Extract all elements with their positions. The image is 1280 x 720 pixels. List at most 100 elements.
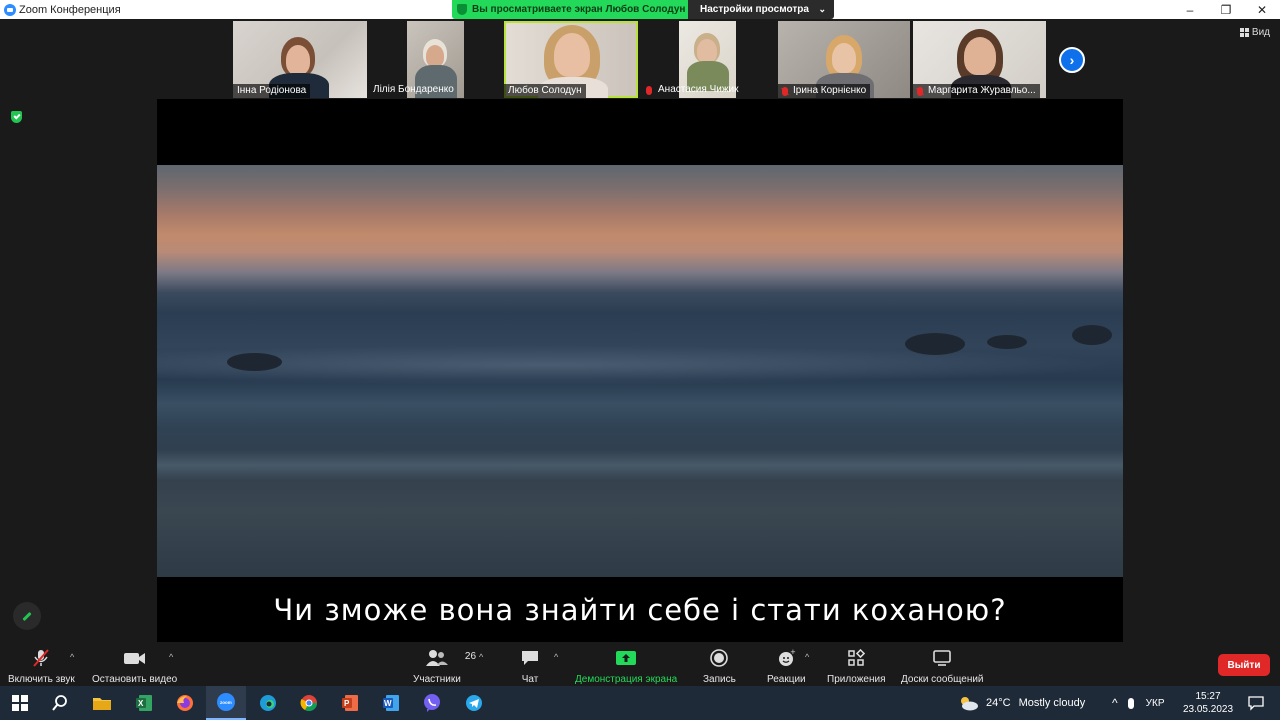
participant-tile[interactable]: Ірина Корнієнко — [778, 21, 910, 98]
muted-mic-icon — [646, 85, 652, 95]
share-screen-button[interactable]: Демонстрация экрана — [575, 648, 677, 685]
language-indicator[interactable]: УКР — [1146, 698, 1165, 709]
edge-icon[interactable] — [256, 691, 280, 715]
record-button[interactable]: Запись — [703, 648, 736, 685]
system-tray: ^ УКР — [1112, 686, 1165, 720]
next-participants-button[interactable]: › — [1059, 47, 1085, 73]
chat-options-caret-icon[interactable]: ^ — [554, 652, 558, 662]
leave-button[interactable]: Выйти — [1218, 654, 1270, 676]
participant-name: Ірина Корнієнко — [778, 84, 871, 98]
svg-text:zoom: zoom — [220, 700, 232, 705]
video-subtitle: Чи зможе вона знайти себе і стати кохано… — [273, 592, 1007, 627]
windows-taskbar: X zoom P W 24°C Mostly cloudy ^ УКР 15:2… — [0, 686, 1280, 720]
participant-tile[interactable]: Маргарита Журавльо... — [913, 21, 1046, 98]
participants-button[interactable]: 26 Участники — [413, 648, 476, 685]
chevron-up-icon[interactable]: ^ — [1112, 696, 1118, 710]
apps-label: Приложения — [827, 674, 886, 685]
svg-text:X: X — [138, 699, 144, 708]
participant-face — [964, 37, 996, 75]
search-icon[interactable] — [48, 691, 72, 715]
participant-name: Маргарита Журавльо... — [913, 84, 1040, 98]
share-screen-icon — [615, 648, 637, 668]
whiteboards-button[interactable]: Доски сообщений — [901, 648, 984, 685]
zoom-logo-icon — [4, 3, 16, 16]
meeting-toolbar: Включить звук ^ Остановить видео ^ 26 Уч… — [0, 644, 1280, 686]
muted-mic-icon — [782, 86, 788, 96]
stop-video-label: Остановить видео — [92, 674, 178, 685]
close-button[interactable]: ✕ — [1244, 0, 1280, 19]
viewing-indicator: Вы просматриваете экран Любов Солодун — [452, 0, 688, 19]
reactions-options-caret-icon[interactable]: ^ — [805, 652, 809, 662]
participant-face — [554, 33, 590, 77]
muted-microphone-icon — [31, 648, 51, 668]
weather-description: Mostly cloudy — [1018, 697, 1086, 709]
svg-text:+: + — [790, 648, 796, 656]
pencil-icon — [22, 611, 32, 621]
window-controls: – ❐ ✕ — [1172, 0, 1280, 19]
view-options-button[interactable]: Настройки просмотра ⌄ — [688, 0, 834, 19]
apps-icon — [847, 648, 866, 668]
viewing-text: Вы просматриваете экран Любов Солодун — [472, 4, 686, 15]
whiteboards-label: Доски сообщений — [901, 674, 984, 685]
svg-text:P: P — [344, 699, 350, 708]
shield-icon — [457, 4, 467, 15]
zoom-taskbar-icon[interactable]: zoom — [206, 686, 246, 720]
encryption-shield-icon[interactable] — [11, 111, 22, 123]
notifications-icon[interactable] — [1244, 691, 1268, 715]
rock — [987, 335, 1027, 349]
rock — [1072, 325, 1112, 345]
chrome-icon[interactable] — [297, 691, 321, 715]
participants-count: 26 — [464, 651, 477, 662]
view-label: Вид — [1251, 27, 1270, 38]
record-icon — [709, 648, 729, 668]
participant-tile[interactable]: Інна Родіонова — [233, 21, 367, 98]
whiteboard-icon — [932, 648, 952, 668]
powerpoint-icon[interactable]: P — [338, 691, 362, 715]
participants-label: Участники — [413, 674, 461, 685]
participants-icon: 26 — [425, 648, 476, 668]
excel-icon[interactable]: X — [132, 691, 156, 715]
smiley-icon: + — [776, 648, 796, 668]
unmute-button[interactable]: Включить звук — [8, 648, 75, 685]
chat-label: Чат — [521, 674, 539, 685]
sea-foam — [157, 450, 1123, 480]
microphone-icon[interactable] — [1127, 697, 1134, 709]
weather-temperature: 24°C — [986, 697, 1011, 709]
apps-button[interactable]: Приложения — [827, 648, 886, 685]
minimize-button[interactable]: – — [1172, 0, 1208, 19]
reactions-button[interactable]: + Реакции — [767, 648, 806, 685]
participant-face — [286, 45, 310, 75]
participant-tile-speaking[interactable]: Любов Солодун — [504, 21, 638, 98]
sea-wave — [157, 345, 1123, 385]
chat-bubble-icon — [520, 648, 540, 668]
reactions-label: Реакции — [767, 674, 806, 685]
weather-widget[interactable]: 24°C Mostly cloudy — [958, 686, 1085, 720]
clock-date: 23.05.2023 — [1182, 704, 1234, 715]
video-camera-icon — [123, 648, 147, 668]
grid-view-icon — [1239, 28, 1249, 37]
view-button[interactable]: Вид — [1239, 27, 1270, 38]
annotate-button[interactable] — [13, 602, 41, 630]
shared-screen: Чи зможе вона знайти себе і стати кохано… — [157, 99, 1123, 642]
chat-button[interactable]: Чат — [520, 648, 540, 685]
chevron-right-icon: › — [1069, 52, 1075, 68]
audio-options-caret-icon[interactable]: ^ — [70, 652, 74, 662]
file-explorer-icon[interactable] — [90, 691, 114, 715]
word-icon[interactable]: W — [379, 691, 403, 715]
chevron-down-icon: ⌄ — [818, 4, 826, 14]
clock[interactable]: 15:27 23.05.2023 — [1180, 686, 1236, 720]
zoom-window: Zoom Конференция – ❐ ✕ Вы просматриваете… — [0, 0, 1280, 720]
share-screen-label: Демонстрация экрана — [575, 674, 678, 685]
participants-options-caret-icon[interactable]: ^ — [479, 652, 483, 662]
video-options-caret-icon[interactable]: ^ — [169, 652, 173, 662]
windows-start-icon[interactable] — [8, 691, 32, 715]
stop-video-button[interactable]: Остановить видео — [92, 648, 177, 685]
rock — [227, 353, 282, 371]
clock-time: 15:27 — [1195, 691, 1221, 702]
telegram-icon[interactable] — [462, 691, 486, 715]
firefox-icon[interactable] — [173, 691, 197, 715]
maximize-button[interactable]: ❐ — [1208, 0, 1244, 19]
viber-icon[interactable] — [420, 691, 444, 715]
cloud-icon — [961, 697, 978, 711]
record-label: Запись — [703, 674, 736, 685]
